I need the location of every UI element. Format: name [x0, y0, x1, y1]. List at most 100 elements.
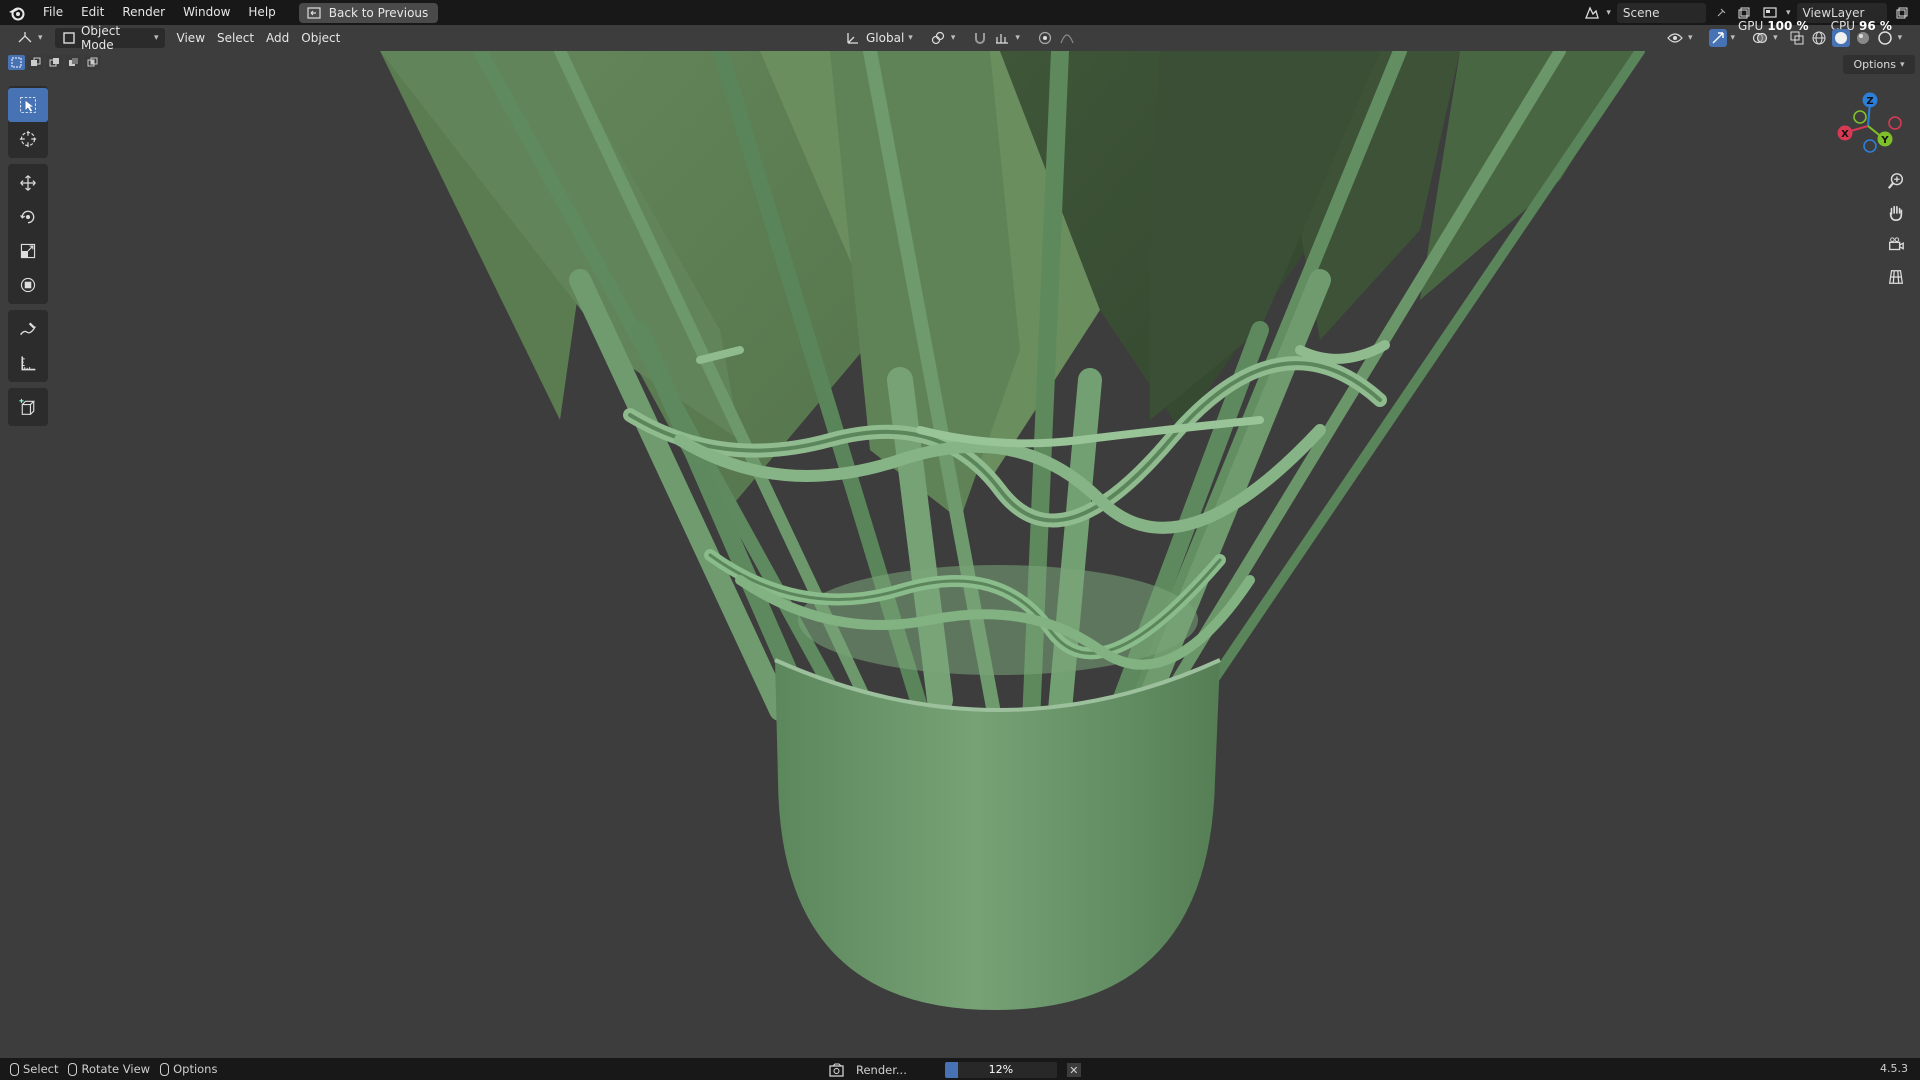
y-axis-label: Y: [1880, 135, 1889, 146]
chevron-down-icon: ▾: [950, 33, 956, 43]
menu-select[interactable]: Select: [211, 28, 260, 48]
back-to-previous-label: Back to Previous: [328, 5, 429, 20]
back-to-previous-button[interactable]: Back to Previous: [298, 2, 439, 23]
chevron-down-icon: ▾: [1899, 59, 1905, 70]
snap-increment-icon: [993, 29, 1011, 47]
menu-help[interactable]: Help: [239, 0, 284, 25]
visibility-selector[interactable]: ▾: [1660, 28, 1699, 48]
solid-shading-icon[interactable]: [1831, 29, 1850, 47]
gizmo-toggle[interactable]: ▾: [1703, 28, 1742, 48]
view-layer-name: ViewLayer: [1802, 5, 1865, 20]
new-view-layer-icon[interactable]: [1893, 4, 1911, 22]
perspective-toggle-button[interactable]: [1881, 264, 1911, 290]
blender-logo-icon[interactable]: [0, 0, 34, 25]
rotate-tool[interactable]: [8, 200, 48, 234]
move-tool[interactable]: [8, 166, 48, 200]
cursor-tool[interactable]: [8, 122, 48, 156]
menu-add[interactable]: Add: [260, 28, 295, 48]
selection-modes: [8, 55, 101, 70]
add-cube-tool[interactable]: [8, 390, 48, 424]
menu-render[interactable]: Render: [113, 0, 174, 25]
negative-z-axis[interactable]: [1863, 139, 1877, 153]
negative-x-axis[interactable]: [1888, 116, 1902, 130]
snap-toggle[interactable]: ▾: [965, 28, 1026, 48]
blender-version: 4.5.3: [1880, 1062, 1908, 1075]
render-icon[interactable]: [828, 1061, 846, 1079]
cursor-icon: [19, 130, 37, 148]
cancel-render-button[interactable]: ✕: [1066, 1063, 1081, 1077]
object-mode-icon: [61, 29, 77, 47]
transform-tools: Global ▾ ▾ ▾: [838, 28, 1082, 48]
menu-window[interactable]: Window: [174, 0, 239, 25]
zoom-icon: [1887, 172, 1905, 190]
camera-icon: [1887, 236, 1905, 254]
select-invert-mode-icon[interactable]: [65, 55, 82, 70]
render-progress-bar: 12%: [944, 1062, 1057, 1078]
select-box-icon: [19, 96, 37, 114]
menu-view[interactable]: View: [171, 28, 211, 48]
scene-selector[interactable]: ▾ Scene: [1583, 2, 1753, 23]
scale-icon: [19, 242, 37, 260]
navigation-gizmo[interactable]: Z X Y: [1830, 86, 1910, 166]
mouse-left-icon: [10, 1062, 19, 1076]
proportional-editing-icon: [1036, 29, 1054, 47]
scale-tool[interactable]: [8, 234, 48, 268]
chevron-down-icon: ▾: [1786, 7, 1791, 18]
select-extend-mode-icon[interactable]: [27, 55, 44, 70]
grid-icon: [1887, 268, 1905, 286]
tool-group-transform: [8, 164, 48, 304]
chevron-down-icon: ▾: [38, 33, 43, 43]
measure-tool[interactable]: [8, 346, 48, 380]
tool-shelf: [8, 86, 48, 432]
status-hint-select: Select: [10, 1062, 58, 1076]
zoom-button[interactable]: [1881, 168, 1911, 194]
transform-orientation-selector[interactable]: Global ▾: [838, 28, 919, 48]
chevron-down-icon: ▾: [1773, 33, 1778, 43]
select-subtract-mode-icon[interactable]: [46, 55, 63, 70]
transform-tool[interactable]: [8, 268, 48, 302]
editor-type-button[interactable]: ▾: [10, 28, 49, 48]
wireframe-shading-icon[interactable]: [1810, 29, 1828, 47]
rendered-shading-icon[interactable]: [1876, 29, 1894, 47]
negative-y-axis[interactable]: [1853, 110, 1867, 124]
pivot-point-selector[interactable]: ▾: [923, 28, 962, 48]
move-icon: [19, 174, 37, 192]
menu-file[interactable]: File: [34, 0, 72, 25]
pin-icon[interactable]: [1712, 4, 1729, 22]
transform-icon: [19, 276, 37, 294]
material-shading-icon[interactable]: [1854, 29, 1872, 47]
pan-button[interactable]: [1881, 200, 1911, 226]
scene-name: Scene: [1622, 5, 1660, 20]
overlays-toggle[interactable]: ▾: [1745, 28, 1784, 48]
chevron-down-icon: ▾: [1015, 33, 1020, 43]
status-hint-rotate: Rotate View: [68, 1062, 150, 1076]
hand-icon: [1887, 204, 1905, 222]
viewport-display-tools: ▾ ▾ ▾ ▾: [1660, 28, 1902, 48]
scene-icon: [1583, 4, 1600, 22]
camera-view-button[interactable]: [1881, 232, 1911, 258]
select-intersect-mode-icon[interactable]: [84, 55, 101, 70]
rotate-icon: [19, 208, 37, 226]
chevron-down-icon[interactable]: ▾: [1898, 33, 1903, 43]
scene-name-field[interactable]: Scene: [1616, 2, 1707, 23]
options-label: Options: [1853, 58, 1896, 71]
3d-viewport[interactable]: [0, 51, 1920, 1058]
annotate-icon: [19, 320, 37, 338]
proportional-editing-toggle[interactable]: [1030, 28, 1082, 48]
mode-selector[interactable]: Object Mode ▾: [54, 24, 165, 52]
back-window-icon: [305, 4, 323, 22]
menu-edit[interactable]: Edit: [72, 0, 113, 25]
chevron-down-icon: ▾: [1606, 7, 1611, 18]
select-box-tool[interactable]: [8, 88, 48, 122]
menu-object[interactable]: Object: [295, 28, 346, 48]
render-label: Render...: [856, 1063, 907, 1077]
select-set-mode-icon[interactable]: [8, 55, 25, 70]
eye-icon: [1666, 29, 1684, 47]
chevron-down-icon: ▾: [908, 33, 913, 43]
chevron-down-icon: ▾: [1730, 33, 1736, 43]
options-button[interactable]: Options ▾: [1843, 55, 1915, 74]
xray-toggle-icon[interactable]: [1788, 29, 1806, 47]
annotate-tool[interactable]: [8, 312, 48, 346]
mouse-middle-icon: [68, 1062, 78, 1076]
tool-group-select: [8, 86, 48, 158]
